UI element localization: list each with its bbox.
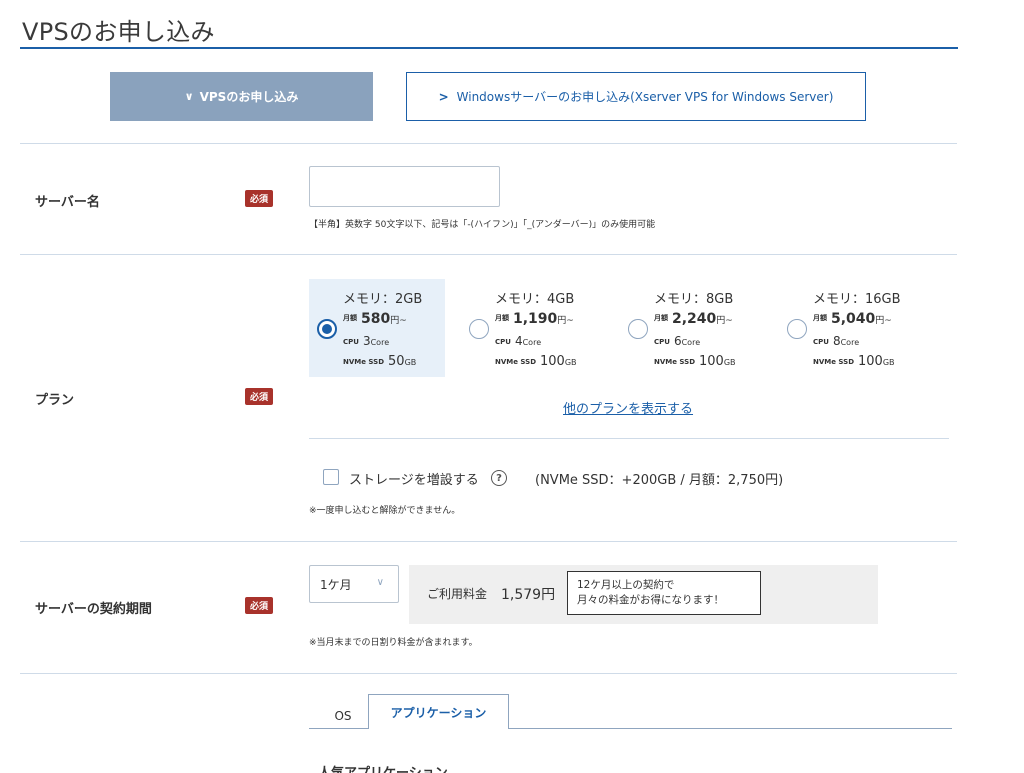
plan-option-16gb[interactable]: メモリ：16GB 月額 5,040円~ CPU 8Core NVMe SSD 100G… [779,279,919,377]
section-divider [20,143,957,144]
plan-option-8gb[interactable]: メモリ：8GB 月額 2,240円~ CPU 6Core NVMe SSD 100GB [620,279,760,377]
plan-ssd: NVMe SSD 100GB [495,354,577,369]
plan-ssd: NVMe SSD 100GB [813,354,895,369]
tab-vps-application[interactable]: ∨ VPSのお申し込み [110,72,373,121]
promo-line-2: 月々の料金がお得になります！ [577,594,724,606]
tab-vps-label: VPSのお申し込み [199,90,299,104]
storage-checkbox[interactable] [323,469,339,485]
plan-price: 月額 2,240円~ [654,311,733,327]
plan-radio[interactable] [469,319,489,339]
contract-period-note: ※当月末までの日割り料金が含まれます。 [309,638,478,648]
tab-underline [509,728,952,729]
server-name-label: サーバー名 [35,195,100,210]
promo-line-1: 12ケ月以上の契約で [577,579,675,591]
plan-radio[interactable] [628,319,648,339]
storage-label: ストレージを増設する [349,473,479,488]
page-title: VPSのお申し込み [22,18,215,46]
plan-memory: メモリ：8GB [654,292,734,307]
chevron-down-icon: ∨ [376,577,384,588]
fee-summary: ご利用料金 1,579円 12ケ月以上の契約で 月々の料金がお得になります！ [409,565,878,624]
required-badge: 必須 [245,597,273,614]
plan-cpu: CPU 8Core [813,334,860,348]
tab-windows-application[interactable]: > Windowsサーバーのお申し込み(Xserver VPS for Wind… [406,72,866,121]
title-divider [20,47,958,49]
plan-radio[interactable] [317,319,337,339]
fee-promo-box: 12ケ月以上の契約で 月々の料金がお得になります！ [567,571,761,615]
plan-price: 月額 1,190円~ [495,311,574,327]
tab-underline [309,728,368,729]
storage-note: ※一度申し込むと解除ができません。 [309,506,461,516]
plan-cpu: CPU 3Core [343,334,390,348]
plan-price: 月額 580円~ [343,311,407,327]
tab-windows-label: Windowsサーバーのお申し込み(Xserver VPS for Window… [456,90,834,104]
tab-os[interactable]: OS [318,704,368,728]
storage-detail: (NVMe SSD：+200GB / 月額：2,750円) [535,473,784,488]
plan-label: プラン [35,393,75,408]
popular-apps-heading: 人気アプリケーション [318,762,448,773]
required-badge: 必須 [245,388,273,405]
section-divider [20,254,957,255]
section-divider [20,673,957,674]
contract-period-label: サーバーの契約期間 [35,602,152,617]
plan-memory: メモリ：16GB [813,292,901,307]
plan-memory: メモリ：2GB [343,292,423,307]
contract-period-select[interactable]: 1ケ月 ∨ [309,565,399,603]
fee-value: 1,579円 [501,587,556,603]
more-plans-link[interactable]: 他のプランを表示する [563,398,693,417]
plan-cpu: CPU 4Core [495,334,542,348]
plan-option-4gb[interactable]: メモリ：4GB 月額 1,190円~ CPU 4Core NVMe SSD 100GB [461,279,601,377]
server-name-input[interactable] [309,166,500,207]
plan-ssd: NVMe SSD 50GB [343,354,417,369]
help-icon[interactable]: ? [491,470,507,486]
contract-period-value: 1ケ月 [320,577,352,592]
plan-divider [309,438,949,439]
required-badge: 必須 [245,190,273,207]
plan-price: 月額 5,040円~ [813,311,892,327]
plan-radio[interactable] [787,319,807,339]
server-name-hint: 【半角】英数字 50文字以下、記号は「-(ハイフン)」「_(アンダーバー)」のみ… [309,220,656,230]
tab-application[interactable]: アプリケーション [368,694,509,729]
plan-option-2gb[interactable]: メモリ：2GB 月額 580円~ CPU 3Core NVMe SSD 50GB [309,279,445,377]
section-divider [20,541,957,542]
plan-ssd: NVMe SSD 100GB [654,354,736,369]
plan-cpu: CPU 6Core [654,334,701,348]
plan-memory: メモリ：4GB [495,292,575,307]
chevron-right-icon: > [438,89,449,104]
chevron-down-icon: ∨ [184,90,194,103]
fee-label: ご利用料金 [427,587,488,601]
